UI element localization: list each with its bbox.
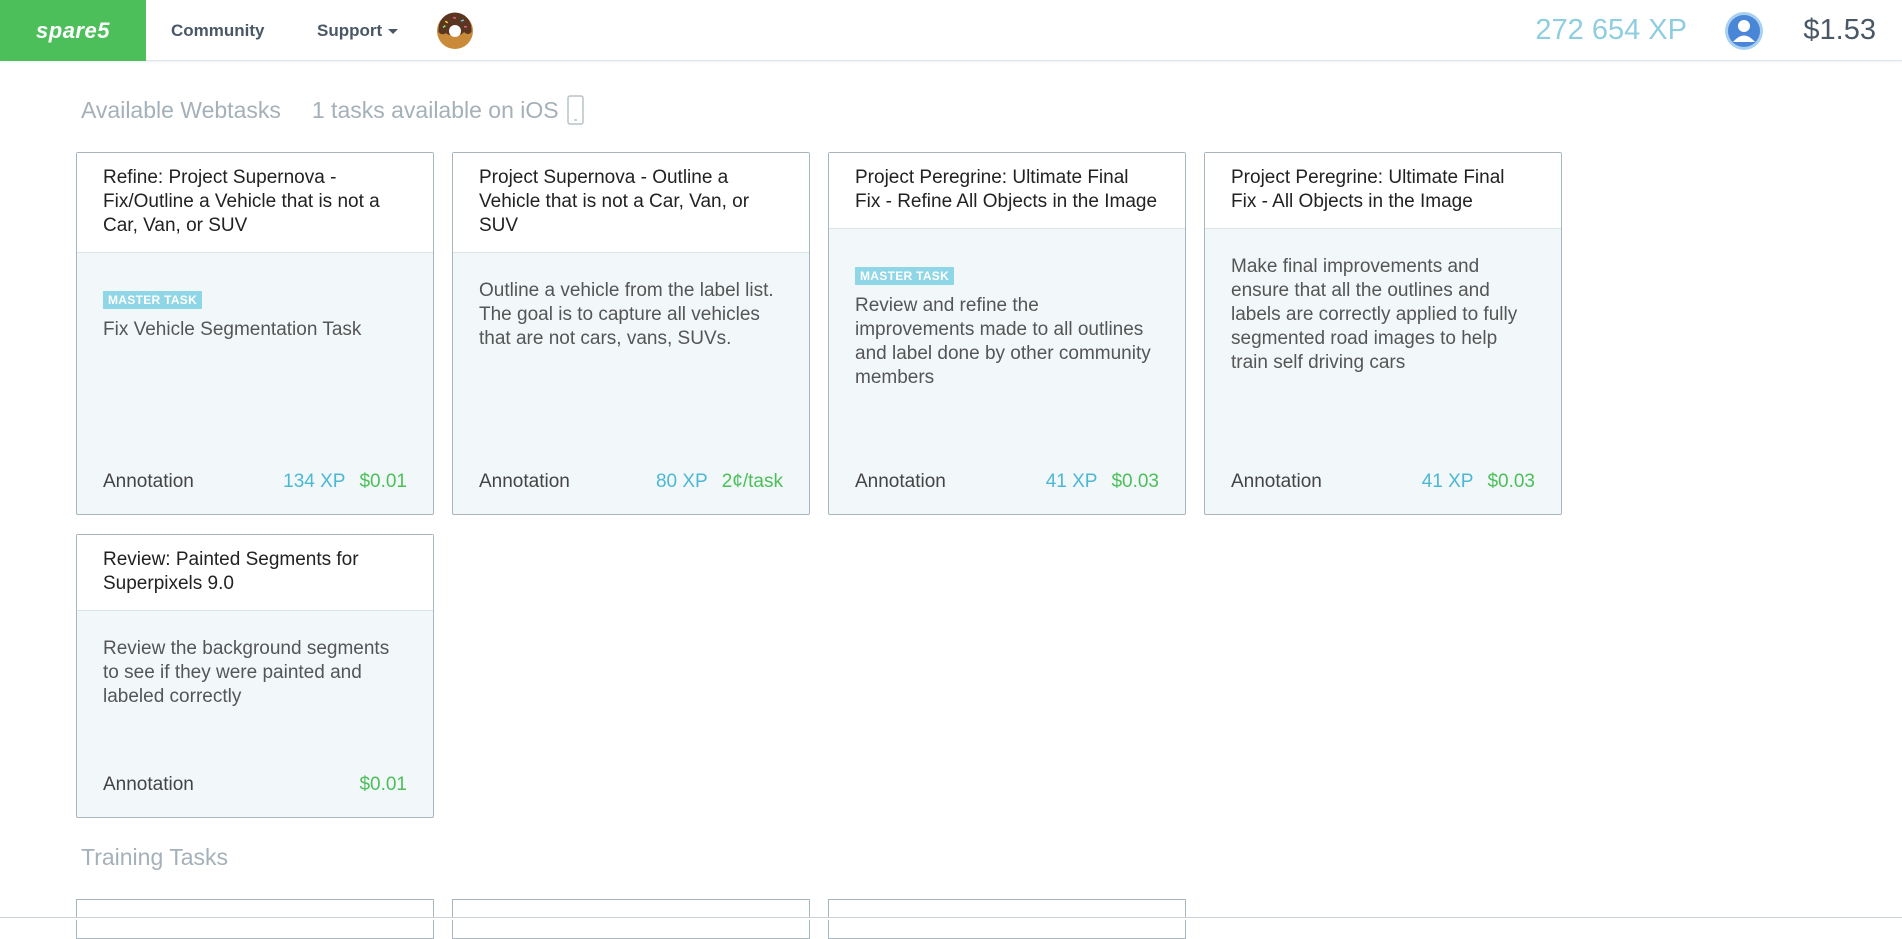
training-tasks-title: Training Tasks bbox=[81, 843, 229, 870]
task-card[interactable]: Refine: Project Supernova - Fix/Outline … bbox=[76, 152, 434, 515]
training-tasks-header: Training Tasks bbox=[81, 840, 228, 874]
task-xp: 80 XP bbox=[655, 471, 708, 492]
task-card-title: Project Peregrine: Ultimate Final Fix - … bbox=[1205, 153, 1561, 229]
task-card-footer: Annotation 41 XP $0.03 bbox=[855, 471, 1159, 493]
task-card[interactable]: Review: Painted Segments for Superpixels… bbox=[76, 534, 434, 818]
task-card[interactable]: Project Supernova - Outline a Vehicle th… bbox=[452, 152, 810, 515]
task-card-body: MASTER TASK Fix Vehicle Segmentation Tas… bbox=[77, 253, 433, 342]
task-card-body: MASTER TASK Review and refine the improv… bbox=[829, 229, 1185, 390]
task-card-title: Project Supernova - Outline a Vehicle th… bbox=[453, 153, 809, 253]
user-xp-total: 272 654 XP bbox=[1535, 14, 1687, 46]
task-pay: 2¢/task bbox=[721, 471, 783, 492]
task-pay: $0.01 bbox=[359, 774, 407, 795]
task-type: Annotation bbox=[1231, 471, 1322, 492]
task-card[interactable]: Project Peregrine: Ultimate Final Fix - … bbox=[1204, 152, 1562, 515]
caret-down-icon bbox=[388, 29, 399, 34]
task-card-description: Outline a vehicle from the label list. T… bbox=[479, 280, 774, 349]
task-card-description: Review and refine the improvements made … bbox=[855, 295, 1151, 388]
task-card-footer: Annotation 134 XP $0.01 bbox=[103, 471, 407, 493]
task-xp: 134 XP bbox=[283, 471, 346, 492]
available-webtasks-title: Available Webtasks bbox=[81, 96, 281, 123]
available-webtasks-header: Available Webtasks 1 tasks available on … bbox=[81, 93, 584, 127]
task-pay: $0.03 bbox=[1111, 471, 1159, 492]
task-type: Annotation bbox=[103, 774, 194, 795]
user-balance[interactable]: $1.53 bbox=[1803, 0, 1876, 61]
donut-icon[interactable] bbox=[436, 12, 474, 50]
ios-tasks-link[interactable]: 1 tasks available on iOS bbox=[312, 97, 559, 124]
task-card-title: Refine: Project Supernova - Fix/Outline … bbox=[77, 153, 433, 253]
task-card-description: Fix Vehicle Segmentation Task bbox=[103, 319, 362, 340]
top-navbar: spare5 Community Support 272 654 XP $1.5… bbox=[0, 0, 1902, 61]
phone-icon[interactable] bbox=[566, 95, 584, 125]
user-avatar-icon[interactable] bbox=[1725, 12, 1763, 50]
task-type: Annotation bbox=[103, 471, 194, 492]
task-pay: $0.01 bbox=[359, 471, 407, 492]
task-card-footer: Annotation $0.01 bbox=[103, 774, 407, 796]
task-card-title: Project Peregrine: Ultimate Final Fix - … bbox=[829, 153, 1185, 229]
task-card[interactable]: Project Peregrine: Ultimate Final Fix - … bbox=[828, 152, 1186, 515]
spare5-logo[interactable]: spare5 bbox=[0, 0, 146, 61]
task-pay: $0.03 bbox=[1487, 471, 1535, 492]
task-xp: 41 XP bbox=[1421, 471, 1474, 492]
nav-community-link[interactable]: Community bbox=[171, 0, 265, 61]
task-card-description: Make final improvements and ensure that … bbox=[1231, 256, 1518, 373]
task-card-body: Outline a vehicle from the label list. T… bbox=[453, 253, 809, 351]
task-type: Annotation bbox=[855, 471, 946, 492]
task-card-body: Review the background segments to see if… bbox=[77, 611, 433, 709]
task-card-body: Make final improvements and ensure that … bbox=[1205, 229, 1561, 375]
task-card-footer: Annotation 41 XP $0.03 bbox=[1231, 471, 1535, 493]
task-type: Annotation bbox=[479, 471, 570, 492]
master-task-badge: MASTER TASK bbox=[855, 267, 955, 285]
task-card-description: Review the background segments to see if… bbox=[103, 638, 390, 707]
nav-support-dropdown[interactable]: Support bbox=[317, 0, 399, 61]
master-task-badge: MASTER TASK bbox=[103, 291, 203, 309]
task-card-footer: Annotation 80 XP 2¢/task bbox=[479, 471, 783, 493]
nav-support-label: Support bbox=[317, 20, 383, 40]
task-card-title: Review: Painted Segments for Superpixels… bbox=[77, 535, 433, 611]
task-xp: 41 XP bbox=[1045, 471, 1098, 492]
